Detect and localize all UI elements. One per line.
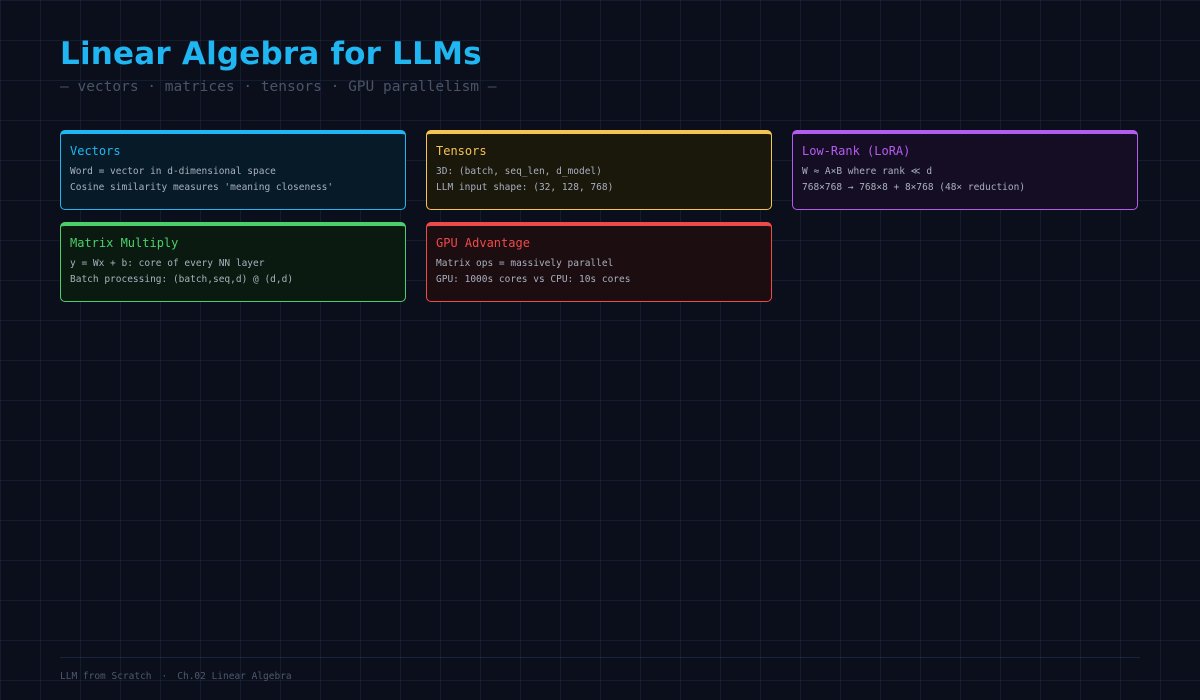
card-line: LLM input shape: (32, 128, 768) bbox=[436, 182, 614, 193]
card-matrix-multiply: Matrix Multiply y = Wx + b: core of ever… bbox=[60, 222, 406, 302]
card-line: Matrix ops = massively parallel bbox=[436, 258, 614, 269]
card-line: 3D: (batch, seq_len, d_model) bbox=[436, 166, 602, 177]
footer: LLM from Scratch · Ch.02 Linear Algebra bbox=[60, 671, 292, 682]
card-line: GPU: 1000s cores vs CPU: 10s cores bbox=[436, 274, 631, 285]
card-title: Matrix Multiply bbox=[70, 236, 179, 250]
card-gpu-advantage: GPU Advantage Matrix ops = massively par… bbox=[426, 222, 772, 302]
card-title: GPU Advantage bbox=[436, 236, 530, 250]
card-line: Cosine similarity measures 'meaning clos… bbox=[70, 182, 334, 193]
footer-book-title: LLM from Scratch bbox=[60, 671, 152, 682]
page-subtitle: — vectors · matrices · tensors · GPU par… bbox=[60, 79, 497, 95]
card-line: W ≈ A×B where rank ≪ d bbox=[802, 166, 933, 177]
footer-divider bbox=[60, 657, 1140, 658]
card-vectors: Vectors Word = vector in d-dimensional s… bbox=[60, 130, 406, 210]
page-title: Linear Algebra for LLMs bbox=[60, 36, 482, 72]
footer-separator: · bbox=[161, 671, 168, 682]
card-line: Word = vector in d-dimensional space bbox=[70, 166, 276, 177]
card-title: Low-Rank (LoRA) bbox=[802, 144, 911, 158]
card-tensors: Tensors 3D: (batch, seq_len, d_model) LL… bbox=[426, 130, 772, 210]
card-title: Vectors bbox=[70, 144, 121, 158]
card-title: Tensors bbox=[436, 144, 487, 158]
card-low-rank: Low-Rank (LoRA) W ≈ A×B where rank ≪ d 7… bbox=[792, 130, 1138, 210]
card-line: Batch processing: (batch,seq,d) @ (d,d) bbox=[70, 274, 294, 285]
card-line: y = Wx + b: core of every NN layer bbox=[70, 258, 265, 269]
card-line: 768×768 → 768×8 + 8×768 (48× reduction) bbox=[802, 182, 1026, 193]
footer-chapter: Ch.02 Linear Algebra bbox=[177, 671, 292, 682]
